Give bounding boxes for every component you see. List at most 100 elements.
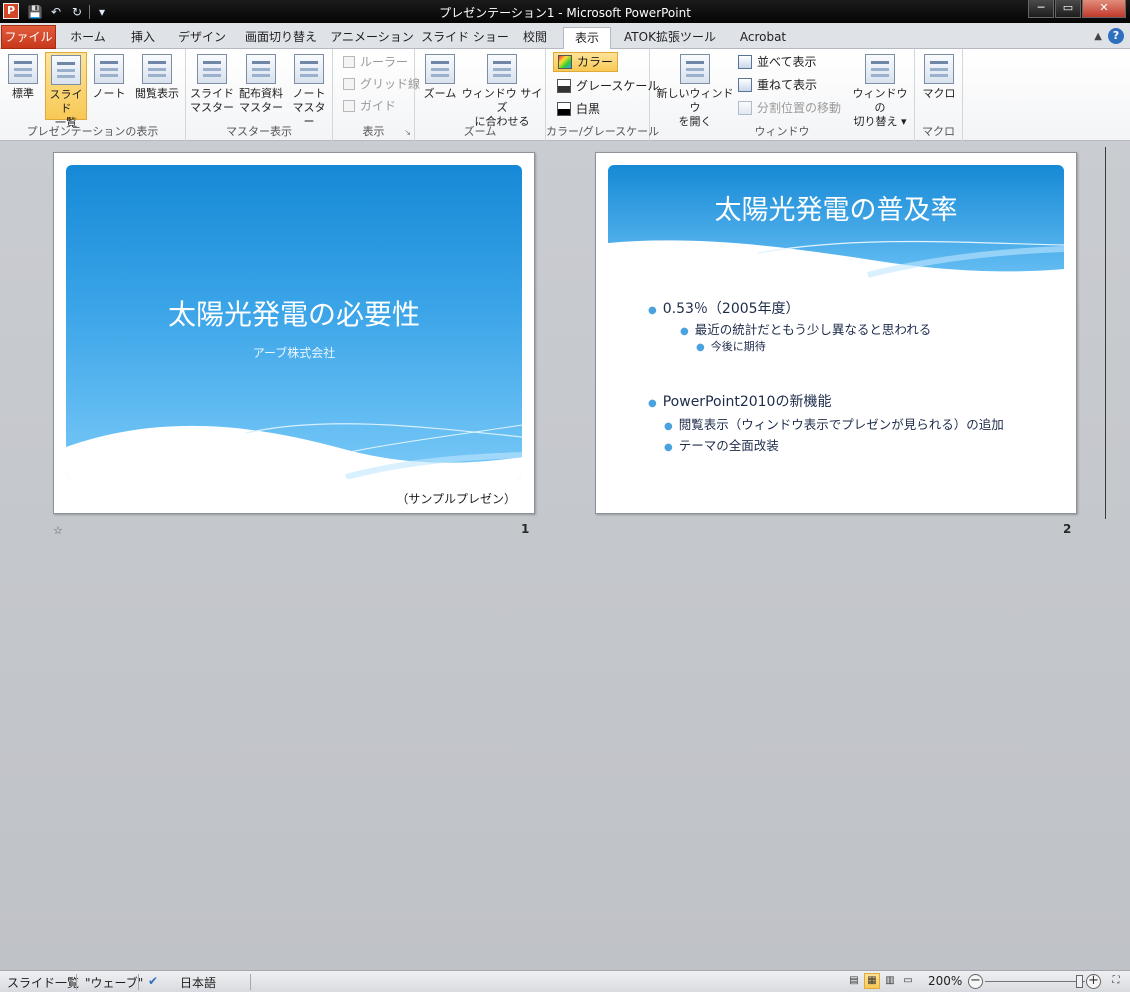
gridlines-check-icon (343, 78, 355, 90)
normal-view-status-icon[interactable]: ▤ (846, 973, 862, 989)
group-label-zoom: ズーム (463, 125, 497, 138)
tab-insert[interactable]: 挿入 (120, 27, 166, 49)
zoom-in-button[interactable]: + (1086, 974, 1101, 989)
tab-animations[interactable]: アニメーション (330, 27, 414, 49)
spelling-check-icon[interactable]: ✔ (148, 974, 158, 988)
magnifier-icon (425, 54, 455, 84)
handout-master-button[interactable]: 配布資料 マスター (236, 52, 286, 120)
color-button[interactable]: カラー (553, 52, 619, 72)
cascade-button[interactable]: 重ねて表示 (738, 75, 817, 95)
slide-sorter-icon (51, 55, 81, 85)
normal-view-icon (8, 54, 38, 84)
zoom-level[interactable]: 200% (928, 974, 962, 988)
tab-right-controls: ▲ ? (1094, 28, 1124, 44)
color-label: カラー (577, 55, 614, 69)
help-icon[interactable]: ? (1108, 28, 1124, 44)
group-label-color: カラー/グレースケール (546, 125, 660, 138)
tab-view[interactable]: 表示 (563, 27, 611, 50)
group-presentation-views: 標準 スライド 一覧 ノート 閲覧表示 プレゼンテーションの表示 (0, 49, 186, 141)
slide1-subtitle: アーブ株式会社 (252, 346, 336, 360)
slide-master-button[interactable]: スライド マスター (190, 52, 234, 120)
tab-transitions[interactable]: 画面切り替え (238, 27, 324, 49)
group-show: ルーラー グリッド線 ガイド ↘ 表示 (333, 49, 420, 141)
guides-checkbox[interactable]: ガイド (343, 96, 396, 116)
reading-view-button[interactable]: 閲覧表示 (131, 52, 183, 120)
tab-file[interactable]: ファイル (1, 25, 56, 49)
group-label-window: ウィンドウ (754, 125, 810, 138)
group-label-presentation-views: プレゼンテーションの表示 (26, 125, 159, 138)
zoom-slider-track[interactable] (985, 981, 1085, 982)
tab-design[interactable]: デザイン (172, 27, 232, 49)
move-split-label: 分割位置の移動 (757, 101, 842, 115)
close-button[interactable]: ✕ (1082, 0, 1126, 18)
color-swatch-icon (558, 55, 572, 69)
move-split-button[interactable]: 分割位置の移動 (738, 98, 841, 118)
slide2-bullet-1-1-1: ● 今後に期待 (696, 340, 766, 353)
tab-home[interactable]: ホーム (62, 27, 114, 49)
window-controls: ─ ▭ ✕ (1028, 0, 1126, 18)
zoom-slider-thumb[interactable] (1076, 975, 1083, 988)
reading-view-label: 閲覧表示 (135, 87, 179, 100)
cascade-label: 重ねて表示 (757, 78, 818, 92)
minimize-button[interactable]: ─ (1028, 0, 1054, 18)
reading-view-status-icon[interactable]: ▥ (882, 973, 898, 989)
new-window-label-1: 新しいウィンドウ (656, 87, 734, 114)
new-window-button[interactable]: 新しいウィンドウ を開く (654, 52, 736, 128)
normal-view-button[interactable]: 標準 (4, 52, 42, 120)
slide-sorter-button[interactable]: スライド 一覧 (45, 52, 87, 129)
handout-master-label-1: 配布資料 (239, 87, 283, 100)
ribbon: 標準 スライド 一覧 ノート 閲覧表示 プレゼンテーションの表示 スライド マス… (0, 49, 1130, 141)
group-label-master-views: マスター表示 (226, 125, 292, 138)
status-language[interactable]: 日本語 (180, 974, 216, 991)
slideshow-status-icon[interactable]: ▭ (900, 973, 916, 989)
black-white-button[interactable]: 白黒 (557, 99, 600, 119)
macros-icon (924, 54, 954, 84)
slide-sorter-label-1: スライド (49, 88, 83, 115)
minimize-ribbon-icon[interactable]: ▲ (1094, 31, 1102, 42)
black-white-swatch-icon (557, 102, 571, 116)
switch-windows-icon (865, 54, 895, 84)
group-zoom: ズーム ウィンドウ サイズ に合わせる ズーム (415, 49, 546, 141)
tab-slideshow[interactable]: スライド ショー (420, 27, 510, 49)
status-separator (250, 974, 251, 990)
gridlines-label: グリッド線 (360, 77, 421, 91)
slide-thumbnail-2[interactable]: 太陽光発電の普及率 ● 0.53％（2005年度） ● 最近の統計だともう少し異なる… (595, 152, 1077, 514)
gridlines-checkbox[interactable]: グリッド線 (343, 74, 420, 94)
arrange-all-icon (738, 55, 752, 69)
arrange-all-button[interactable]: 並べて表示 (738, 52, 817, 72)
ruler-label: ルーラー (360, 55, 409, 69)
tab-review[interactable]: 校閲 (514, 27, 556, 49)
notes-master-button[interactable]: ノート マスター (288, 52, 330, 128)
slide2-bullet-2-1: ● 閲覧表示（ウィンドウ表示でプレゼンが見られる）の追加 (664, 417, 1004, 432)
ruler-checkbox[interactable]: ルーラー (343, 52, 408, 72)
status-separator (76, 974, 77, 990)
fit-to-window-icon (487, 54, 517, 84)
fit-slide-to-window-icon[interactable]: ⛶ (1108, 973, 1124, 989)
slide-sorter-status-icon[interactable]: ▦ (864, 973, 880, 989)
zoom-button[interactable]: ズーム (421, 52, 459, 120)
ribbon-tabs: ファイル ホーム 挿入 デザイン 画面切り替え アニメーション スライド ショー… (0, 23, 1130, 50)
slide-thumbnail-1[interactable]: 太陽光発電の必要性 アーブ株式会社 （サンプルプレゼン） (53, 152, 535, 514)
maximize-button[interactable]: ▭ (1055, 0, 1081, 18)
notes-page-button[interactable]: ノート (90, 52, 128, 120)
handout-master-label-2: マスター (239, 101, 283, 114)
slide-master-label-2: マスター (190, 101, 234, 114)
cascade-icon (738, 78, 752, 92)
switch-windows-button[interactable]: ウィンドウの 切り替え ▾ (848, 52, 912, 128)
status-theme-name[interactable]: "ウェーブ" (85, 974, 143, 991)
tab-acrobat[interactable]: Acrobat (728, 27, 798, 49)
normal-view-label: 標準 (12, 87, 34, 100)
slide-sorter-area[interactable]: 太陽光発電の必要性 アーブ株式会社 （サンプルプレゼン） ☆ 1 太陽光発電の普… (0, 141, 1130, 970)
transition-star-icon[interactable]: ☆ (53, 524, 63, 537)
slide1-footer: （サンプルプレゼン） (396, 492, 516, 506)
fit-to-window-label-1: ウィンドウ サイズ (461, 87, 543, 114)
handout-master-icon (246, 54, 276, 84)
status-view-name: スライド一覧 (7, 976, 80, 990)
grayscale-label: グレースケール (576, 79, 660, 93)
fit-to-window-button[interactable]: ウィンドウ サイズ に合わせる (461, 52, 543, 128)
slide1-title: 太陽光発電の必要性 (167, 298, 420, 331)
tab-atok[interactable]: ATOK拡張ツール (618, 27, 722, 49)
zoom-out-button[interactable]: − (968, 974, 983, 989)
grayscale-button[interactable]: グレースケール (557, 76, 659, 96)
macros-button[interactable]: マクロ (919, 52, 959, 120)
